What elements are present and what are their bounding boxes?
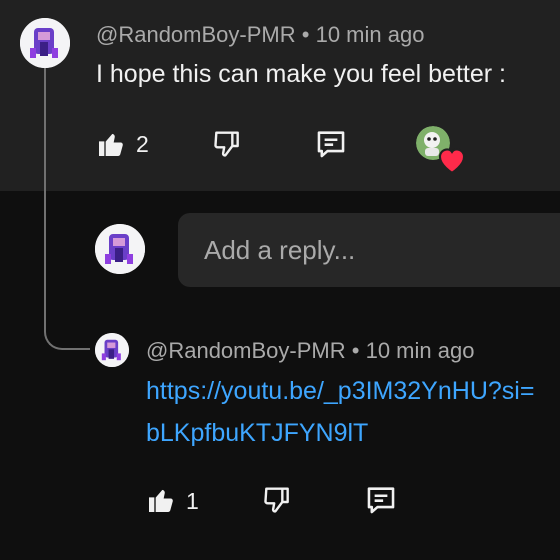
thumbs-up-icon xyxy=(149,489,173,512)
reply-time[interactable]: 10 min ago xyxy=(366,338,475,363)
comment-author[interactable]: @RandomBoy-PMR xyxy=(96,22,296,47)
reply-link-line2[interactable]: bLKpfbuKTJFYN9lT xyxy=(146,412,368,454)
comment-meta: @RandomBoy-PMR • 10 min ago xyxy=(96,22,424,48)
like-count: 2 xyxy=(136,131,149,157)
comment-text: I hope this can make you feel better : xyxy=(96,60,506,88)
meta-separator: • xyxy=(351,338,360,363)
reply-input[interactable]: Add a reply... xyxy=(178,213,560,287)
reply-meta: @RandomBoy-PMR • 10 min ago xyxy=(146,338,474,364)
reply-button[interactable] xyxy=(310,124,352,164)
thumbs-down-icon xyxy=(264,487,289,513)
thumbs-up-icon xyxy=(99,133,123,156)
comment-time[interactable]: 10 min ago xyxy=(316,22,425,47)
comment-icon xyxy=(317,131,345,158)
reply-like-count: 1 xyxy=(186,488,199,514)
heart-icon xyxy=(438,148,466,174)
reply-author[interactable]: @RandomBoy-PMR xyxy=(146,338,346,363)
creator-heart-avatar xyxy=(416,126,466,174)
comment-icon xyxy=(367,487,395,514)
thumbs-down-icon xyxy=(214,131,239,157)
reply-placeholder: Add a reply... xyxy=(204,235,356,265)
reply-avatar[interactable] xyxy=(95,333,129,367)
avatar[interactable] xyxy=(20,18,70,68)
reply-link-line1[interactable]: https://youtu.be/_p3IM32YnHU?si= xyxy=(146,370,534,412)
thread-line xyxy=(44,66,90,350)
dislike-button[interactable] xyxy=(207,124,247,164)
meta-separator: • xyxy=(301,22,310,47)
reply-dislike-button[interactable] xyxy=(257,480,297,520)
reply-reply-button[interactable] xyxy=(360,480,402,520)
like-button[interactable] xyxy=(92,124,130,164)
user-avatar xyxy=(95,224,145,274)
reply-like-button[interactable] xyxy=(142,480,180,520)
